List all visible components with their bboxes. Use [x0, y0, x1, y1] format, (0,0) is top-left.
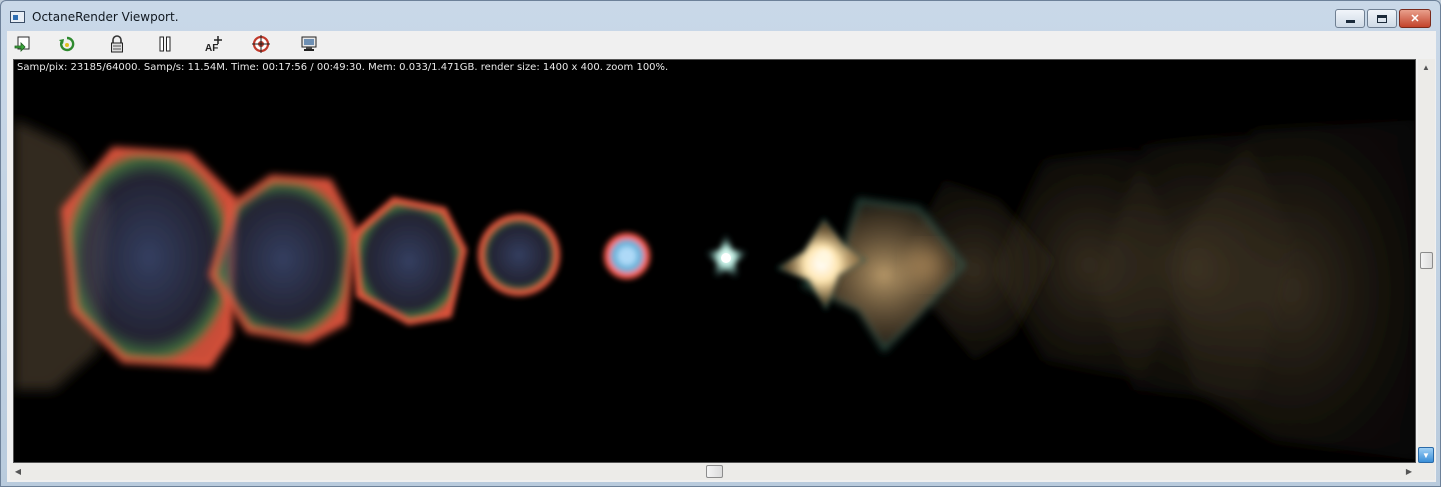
display-settings-icon — [301, 36, 317, 51]
minimize-button[interactable] — [1335, 9, 1365, 28]
viewport-toolbar: AF — [7, 31, 1436, 56]
rendered-image — [14, 120, 1415, 460]
close-icon: ✕ — [1410, 13, 1420, 25]
pick-focus-button[interactable] — [251, 34, 271, 54]
restart-render-icon — [59, 36, 75, 52]
horizontal-scroll-thumb[interactable] — [706, 465, 723, 478]
vertical-scrollbar[interactable]: ▲ ▼ — [1418, 59, 1435, 463]
scroll-up-arrow[interactable]: ▲ — [1418, 59, 1434, 75]
chevron-right-icon: ▶ — [1405, 466, 1413, 476]
close-button[interactable]: ✕ — [1399, 9, 1431, 28]
chevron-up-icon: ▲ — [1422, 62, 1430, 72]
vertical-scroll-thumb[interactable] — [1420, 252, 1433, 269]
scrollbar-corner — [1418, 463, 1435, 480]
pick-focus-icon — [252, 35, 270, 53]
pause-button[interactable] — [155, 34, 175, 54]
display-settings-button[interactable] — [299, 34, 319, 54]
chevron-down-icon: ▼ — [1422, 450, 1430, 460]
scroll-down-arrow[interactable]: ▼ — [1418, 447, 1434, 463]
send-to-viewport-button[interactable] — [13, 34, 33, 54]
autofocus-icon: AF — [205, 36, 222, 53]
restart-render-button[interactable] — [57, 34, 77, 54]
horizontal-scrollbar[interactable]: ◀ ▶ — [10, 463, 1418, 480]
render-viewport[interactable]: Samp/pix: 23185/64000. Samp/s: 11.54M. T… — [13, 59, 1416, 463]
scroll-left-arrow[interactable]: ◀ — [10, 463, 26, 479]
maximize-button[interactable] — [1367, 9, 1397, 28]
chevron-left-icon: ◀ — [14, 466, 22, 476]
maximize-icon — [1377, 14, 1387, 23]
lock-button[interactable] — [107, 34, 127, 54]
app-icon — [10, 11, 25, 23]
window-title: OctaneRender Viewport. — [32, 10, 179, 24]
lock-icon — [111, 35, 123, 53]
send-to-viewport-icon — [14, 36, 30, 52]
title-bar[interactable]: OctaneRender Viewport. ✕ — [1, 1, 1440, 31]
octane-viewport-window: OctaneRender Viewport. ✕ AF Samp/pix: 23… — [0, 0, 1441, 487]
viewport-frame: Samp/pix: 23185/64000. Samp/s: 11.54M. T… — [7, 56, 1436, 482]
scroll-right-arrow[interactable]: ▶ — [1401, 463, 1417, 479]
minimize-icon — [1345, 20, 1355, 23]
render-status-text: Samp/pix: 23185/64000. Samp/s: 11.54M. T… — [17, 62, 669, 73]
autofocus-button[interactable]: AF — [203, 34, 223, 54]
pause-icon — [159, 36, 171, 52]
svg-text:AF: AF — [205, 43, 218, 53]
